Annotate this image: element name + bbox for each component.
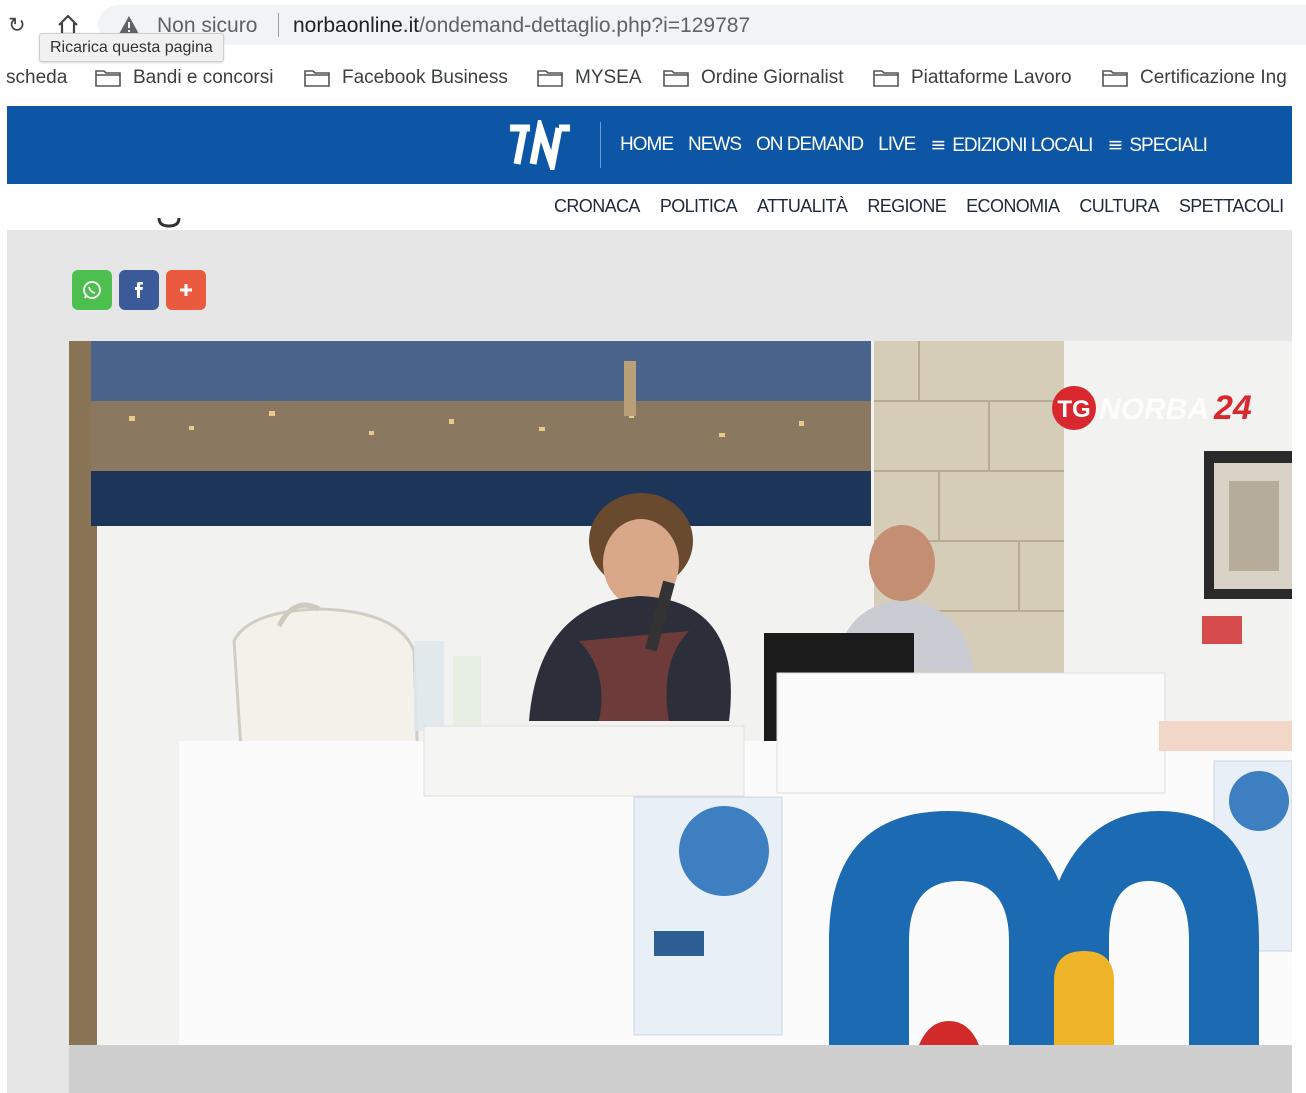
category-links: CRONACA POLITICA ATTUALITÀ REGIONE ECONO… [554,196,1304,217]
nav-speciali-label: SPECIALI [1129,135,1208,156]
bookmark-piattaforme-lavoro[interactable]: Piattaforme Lavoro [873,66,1072,90]
url-text[interactable]: norbaonline.it/ondemand-dettaglio.php?i=… [293,14,750,38]
bookmark-certificazione[interactable]: Certificazione Ing [1102,66,1287,90]
bookmark-scheda[interactable]: scheda [6,66,67,90]
folder-icon [537,70,563,87]
url-path: /ondemand-dettaglio.php?i=129787 [419,14,751,37]
norba-logo[interactable] [504,120,574,170]
plus-icon [180,284,192,296]
category-cultura[interactable]: CULTURA [1079,196,1159,217]
category-politica[interactable]: POLITICA [660,196,738,217]
share-whatsapp-button[interactable] [72,270,112,310]
nav-live[interactable]: LIVE [878,134,916,157]
bookmark-label: Certificazione Ing [1140,67,1287,88]
facebook-icon [135,282,143,298]
article-title-fragment [157,218,181,228]
category-attualita[interactable]: ATTUALITÀ [757,196,848,217]
category-nav: CRONACA POLITICA ATTUALITÀ REGIONE ECONO… [7,184,1292,230]
category-regione[interactable]: REGIONE [867,196,946,217]
warning-icon[interactable] [118,15,140,35]
url-divider [278,13,279,37]
menu-icon: ≡ [1107,134,1124,156]
nav-on-demand[interactable]: ON DEMAND [756,134,864,157]
nav-edizioni-locali-label: EDIZIONI LOCALI [952,135,1093,156]
bookmark-label: Bandi e concorsi [133,67,274,88]
nav-home[interactable]: HOME [620,134,674,157]
logo-divider [600,122,601,168]
channel-logo-name: NORBA [1099,393,1209,426]
share-more-button[interactable] [166,270,206,310]
bookmark-label: scheda [6,67,68,88]
nav-news[interactable]: NEWS [688,134,742,157]
video-player[interactable]: TG NORBA 24 [69,341,1292,1045]
article-content: TG NORBA 24 [7,218,1292,1093]
channel-logo-number: 24 [1213,389,1252,427]
folder-icon [873,70,899,87]
nav-links: HOME NEWS ON DEMAND LIVE ≡ EDIZIONI LOCAL… [620,134,1222,157]
bookmark-mysea[interactable]: MYSEA [537,66,642,90]
whatsapp-icon [83,281,101,299]
category-spettacoli[interactable]: SPETTACOLI [1179,196,1284,217]
folder-icon [95,70,121,87]
bookmark-label: Facebook Business [342,67,508,88]
bookmark-ordine-giornalisti[interactable]: Ordine Giornalist [663,66,844,90]
bookmark-label: Piattaforme Lavoro [911,67,1072,88]
folder-icon [304,70,330,87]
folder-icon [1102,70,1128,87]
video-caption-bar [69,1045,1292,1093]
bookmark-label: MYSEA [575,67,642,88]
share-facebook-button[interactable] [119,270,159,310]
bookmark-facebook-business[interactable]: Facebook Business [304,66,508,90]
channel-logo-tg: TG [1057,396,1090,423]
bookmarks-bar: scheda Bandi e concorsi Facebook Busines… [0,58,1306,98]
site-main-nav: HOME NEWS ON DEMAND LIVE ≡ EDIZIONI LOCAL… [7,106,1292,184]
folder-icon [663,70,689,87]
nav-speciali[interactable]: ≡ SPECIALI [1107,134,1208,157]
reload-icon[interactable]: ↻ [8,14,30,36]
bookmark-label: Ordine Giornalist [701,67,844,88]
category-economia[interactable]: ECONOMIA [966,196,1060,217]
nav-edizioni-locali[interactable]: ≡ EDIZIONI LOCALI [930,134,1093,157]
url-host: norbaonline.it [293,14,420,37]
menu-icon: ≡ [930,134,947,156]
category-cronaca[interactable]: CRONACA [554,196,640,217]
bookmark-bandi-e-concorsi[interactable]: Bandi e concorsi [95,66,273,90]
video-frame: TG NORBA 24 [69,341,1292,1045]
